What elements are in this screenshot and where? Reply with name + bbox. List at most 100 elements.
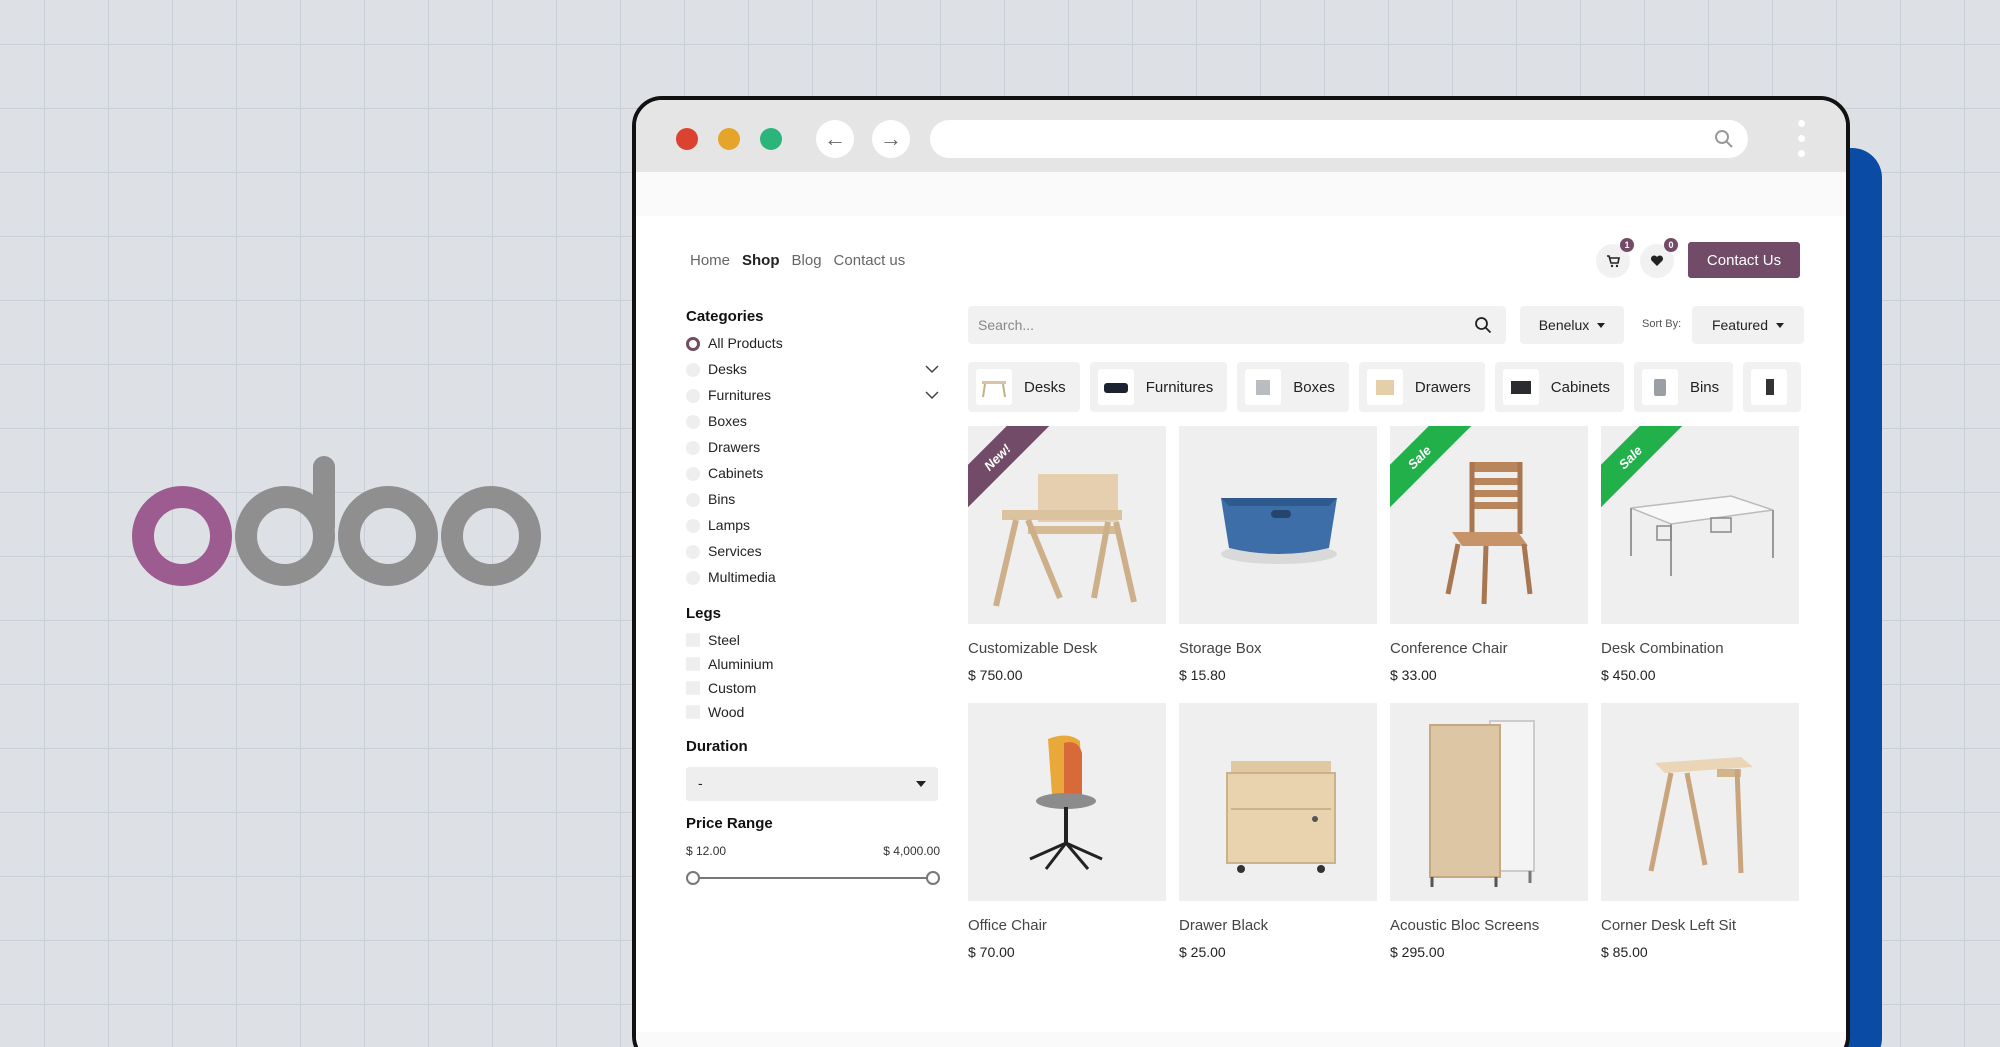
product-search-input[interactable]: Search... bbox=[968, 306, 1506, 344]
category-cabinets[interactable]: Cabinets bbox=[686, 465, 940, 491]
product-price: $ 25.00 bbox=[1179, 944, 1226, 960]
category-all-products[interactable]: All Products bbox=[686, 335, 940, 361]
product-card[interactable]: New! Customizable Desk $ 750.00 bbox=[968, 426, 1166, 683]
minimize-window-dot[interactable] bbox=[718, 128, 740, 150]
product-name[interactable]: Corner Desk Left Sit bbox=[1601, 917, 1799, 934]
product-price: $ 295.00 bbox=[1390, 944, 1445, 960]
product-card[interactable]: Acoustic Bloc Screens $ 295.00 bbox=[1390, 703, 1588, 960]
product-name[interactable]: Storage Box bbox=[1179, 640, 1377, 657]
screens-illustration bbox=[1429, 720, 1535, 887]
product-image[interactable] bbox=[968, 703, 1166, 901]
nav-contact[interactable]: Contact us bbox=[834, 252, 906, 269]
product-price: $ 85.00 bbox=[1601, 944, 1648, 960]
legs-wood[interactable]: Wood bbox=[686, 704, 940, 728]
category-bins[interactable]: Bins bbox=[686, 491, 940, 517]
product-image[interactable] bbox=[1390, 703, 1588, 901]
product-name[interactable]: Conference Chair bbox=[1390, 640, 1588, 657]
chevron-down-icon[interactable] bbox=[924, 387, 940, 403]
chevron-down-icon[interactable] bbox=[924, 361, 940, 377]
heart-icon bbox=[1650, 255, 1664, 266]
chip-cabinets[interactable]: Cabinets bbox=[1494, 362, 1624, 412]
duration-select[interactable]: - bbox=[686, 767, 938, 801]
product-name[interactable]: Drawer Black bbox=[1179, 917, 1377, 934]
sort-by-label: Sort By: bbox=[1642, 318, 1682, 330]
back-arrow-icon[interactable]: ← bbox=[816, 120, 854, 158]
slider-min-handle[interactable] bbox=[686, 871, 700, 885]
wishlist-button[interactable]: 0 bbox=[1640, 238, 1678, 278]
corner-desk-illustration bbox=[1648, 757, 1753, 874]
product-image[interactable] bbox=[1179, 426, 1377, 624]
price-max-label: $ 4,000.00 bbox=[883, 844, 940, 858]
storage-box-illustration bbox=[1221, 498, 1337, 564]
chip-drawers[interactable]: Drawers bbox=[1358, 362, 1485, 412]
chip-bins[interactable]: Bins bbox=[1633, 362, 1734, 412]
wishlist-count-badge: 0 bbox=[1664, 238, 1678, 252]
product-image[interactable]: Sale bbox=[1390, 426, 1588, 624]
sort-dropdown[interactable]: Featured bbox=[1692, 306, 1804, 344]
sofa-thumbnail bbox=[1097, 369, 1134, 405]
category-drawers[interactable]: Drawers bbox=[686, 439, 940, 465]
product-grid: New! Customizable Desk $ 750.00 Storage … bbox=[968, 426, 1804, 960]
product-name[interactable]: Acoustic Bloc Screens bbox=[1390, 917, 1588, 934]
drawer-thumbnail bbox=[1366, 369, 1403, 405]
main-nav: Home Shop Blog Contact us bbox=[690, 252, 905, 269]
product-image[interactable] bbox=[1179, 703, 1377, 901]
chip-more[interactable] bbox=[1743, 362, 1802, 412]
forward-arrow-icon[interactable]: → bbox=[872, 120, 910, 158]
price-range-heading: Price Range bbox=[686, 815, 773, 832]
legs-custom[interactable]: Custom bbox=[686, 680, 940, 704]
chip-boxes[interactable]: Boxes bbox=[1237, 362, 1349, 412]
category-chips: Desks Furnitures Boxes Drawers Cabinets … bbox=[968, 362, 1804, 414]
maximize-window-dot[interactable] bbox=[760, 128, 782, 150]
browser-window: ← → Home Shop Blog Contact us 1 0 Contac… bbox=[632, 96, 1850, 1047]
cabinet-thumbnail bbox=[1502, 369, 1539, 405]
chip-furnitures[interactable]: Furnitures bbox=[1089, 362, 1228, 412]
browser-toolbar: ← → bbox=[636, 100, 1846, 172]
chip-desks[interactable]: Desks bbox=[968, 362, 1080, 412]
product-name[interactable]: Office Chair bbox=[968, 917, 1166, 934]
legs-steel[interactable]: Steel bbox=[686, 632, 940, 656]
address-bar[interactable] bbox=[930, 120, 1748, 158]
checkbox[interactable] bbox=[686, 681, 700, 695]
category-furnitures[interactable]: Furnitures bbox=[686, 387, 940, 413]
category-multimedia[interactable]: Multimedia bbox=[686, 569, 940, 595]
nav-blog[interactable]: Blog bbox=[792, 252, 822, 269]
cart-icon bbox=[1607, 255, 1620, 268]
category-boxes[interactable]: Boxes bbox=[686, 413, 940, 439]
desk-thumbnail bbox=[976, 369, 1012, 405]
category-services[interactable]: Services bbox=[686, 543, 940, 569]
checkbox[interactable] bbox=[686, 705, 700, 719]
slider-max-handle[interactable] bbox=[926, 871, 940, 885]
product-card[interactable]: Storage Box $ 15.80 bbox=[1179, 426, 1377, 683]
checkbox[interactable] bbox=[686, 657, 700, 671]
search-icon[interactable] bbox=[1714, 129, 1734, 149]
close-window-dot[interactable] bbox=[676, 128, 698, 150]
legs-aluminium[interactable]: Aluminium bbox=[686, 656, 940, 680]
browser-menu-icon[interactable] bbox=[1798, 120, 1806, 160]
category-desks[interactable]: Desks bbox=[686, 361, 940, 387]
bin-thumbnail bbox=[1641, 369, 1678, 405]
product-image[interactable]: New! bbox=[968, 426, 1166, 624]
product-price: $ 33.00 bbox=[1390, 667, 1437, 683]
product-name[interactable]: Customizable Desk bbox=[968, 640, 1166, 657]
product-price: $ 450.00 bbox=[1601, 667, 1656, 683]
product-image[interactable]: Sale bbox=[1601, 426, 1799, 624]
product-card[interactable]: Drawer Black $ 25.00 bbox=[1179, 703, 1377, 960]
product-card[interactable]: Sale Desk Combination $ 450.00 bbox=[1601, 426, 1799, 683]
checkbox[interactable] bbox=[686, 633, 700, 647]
product-card[interactable]: Sale Conference Chair $ 33.00 bbox=[1390, 426, 1588, 683]
price-range-slider[interactable] bbox=[686, 868, 940, 888]
radio-selected[interactable] bbox=[686, 337, 700, 351]
nav-home[interactable]: Home bbox=[690, 252, 730, 269]
product-image[interactable] bbox=[1601, 703, 1799, 901]
product-card[interactable]: Office Chair $ 70.00 bbox=[968, 703, 1166, 960]
drawer-illustration bbox=[1226, 761, 1336, 873]
region-dropdown[interactable]: Benelux bbox=[1520, 306, 1624, 344]
category-lamps[interactable]: Lamps bbox=[686, 517, 940, 543]
contact-us-button[interactable]: Contact Us bbox=[1688, 242, 1800, 278]
cart-button[interactable]: 1 bbox=[1596, 238, 1634, 278]
nav-shop[interactable]: Shop bbox=[742, 252, 780, 269]
product-name[interactable]: Desk Combination bbox=[1601, 640, 1799, 657]
product-card[interactable]: Corner Desk Left Sit $ 85.00 bbox=[1601, 703, 1799, 960]
search-icon[interactable] bbox=[1474, 316, 1492, 334]
